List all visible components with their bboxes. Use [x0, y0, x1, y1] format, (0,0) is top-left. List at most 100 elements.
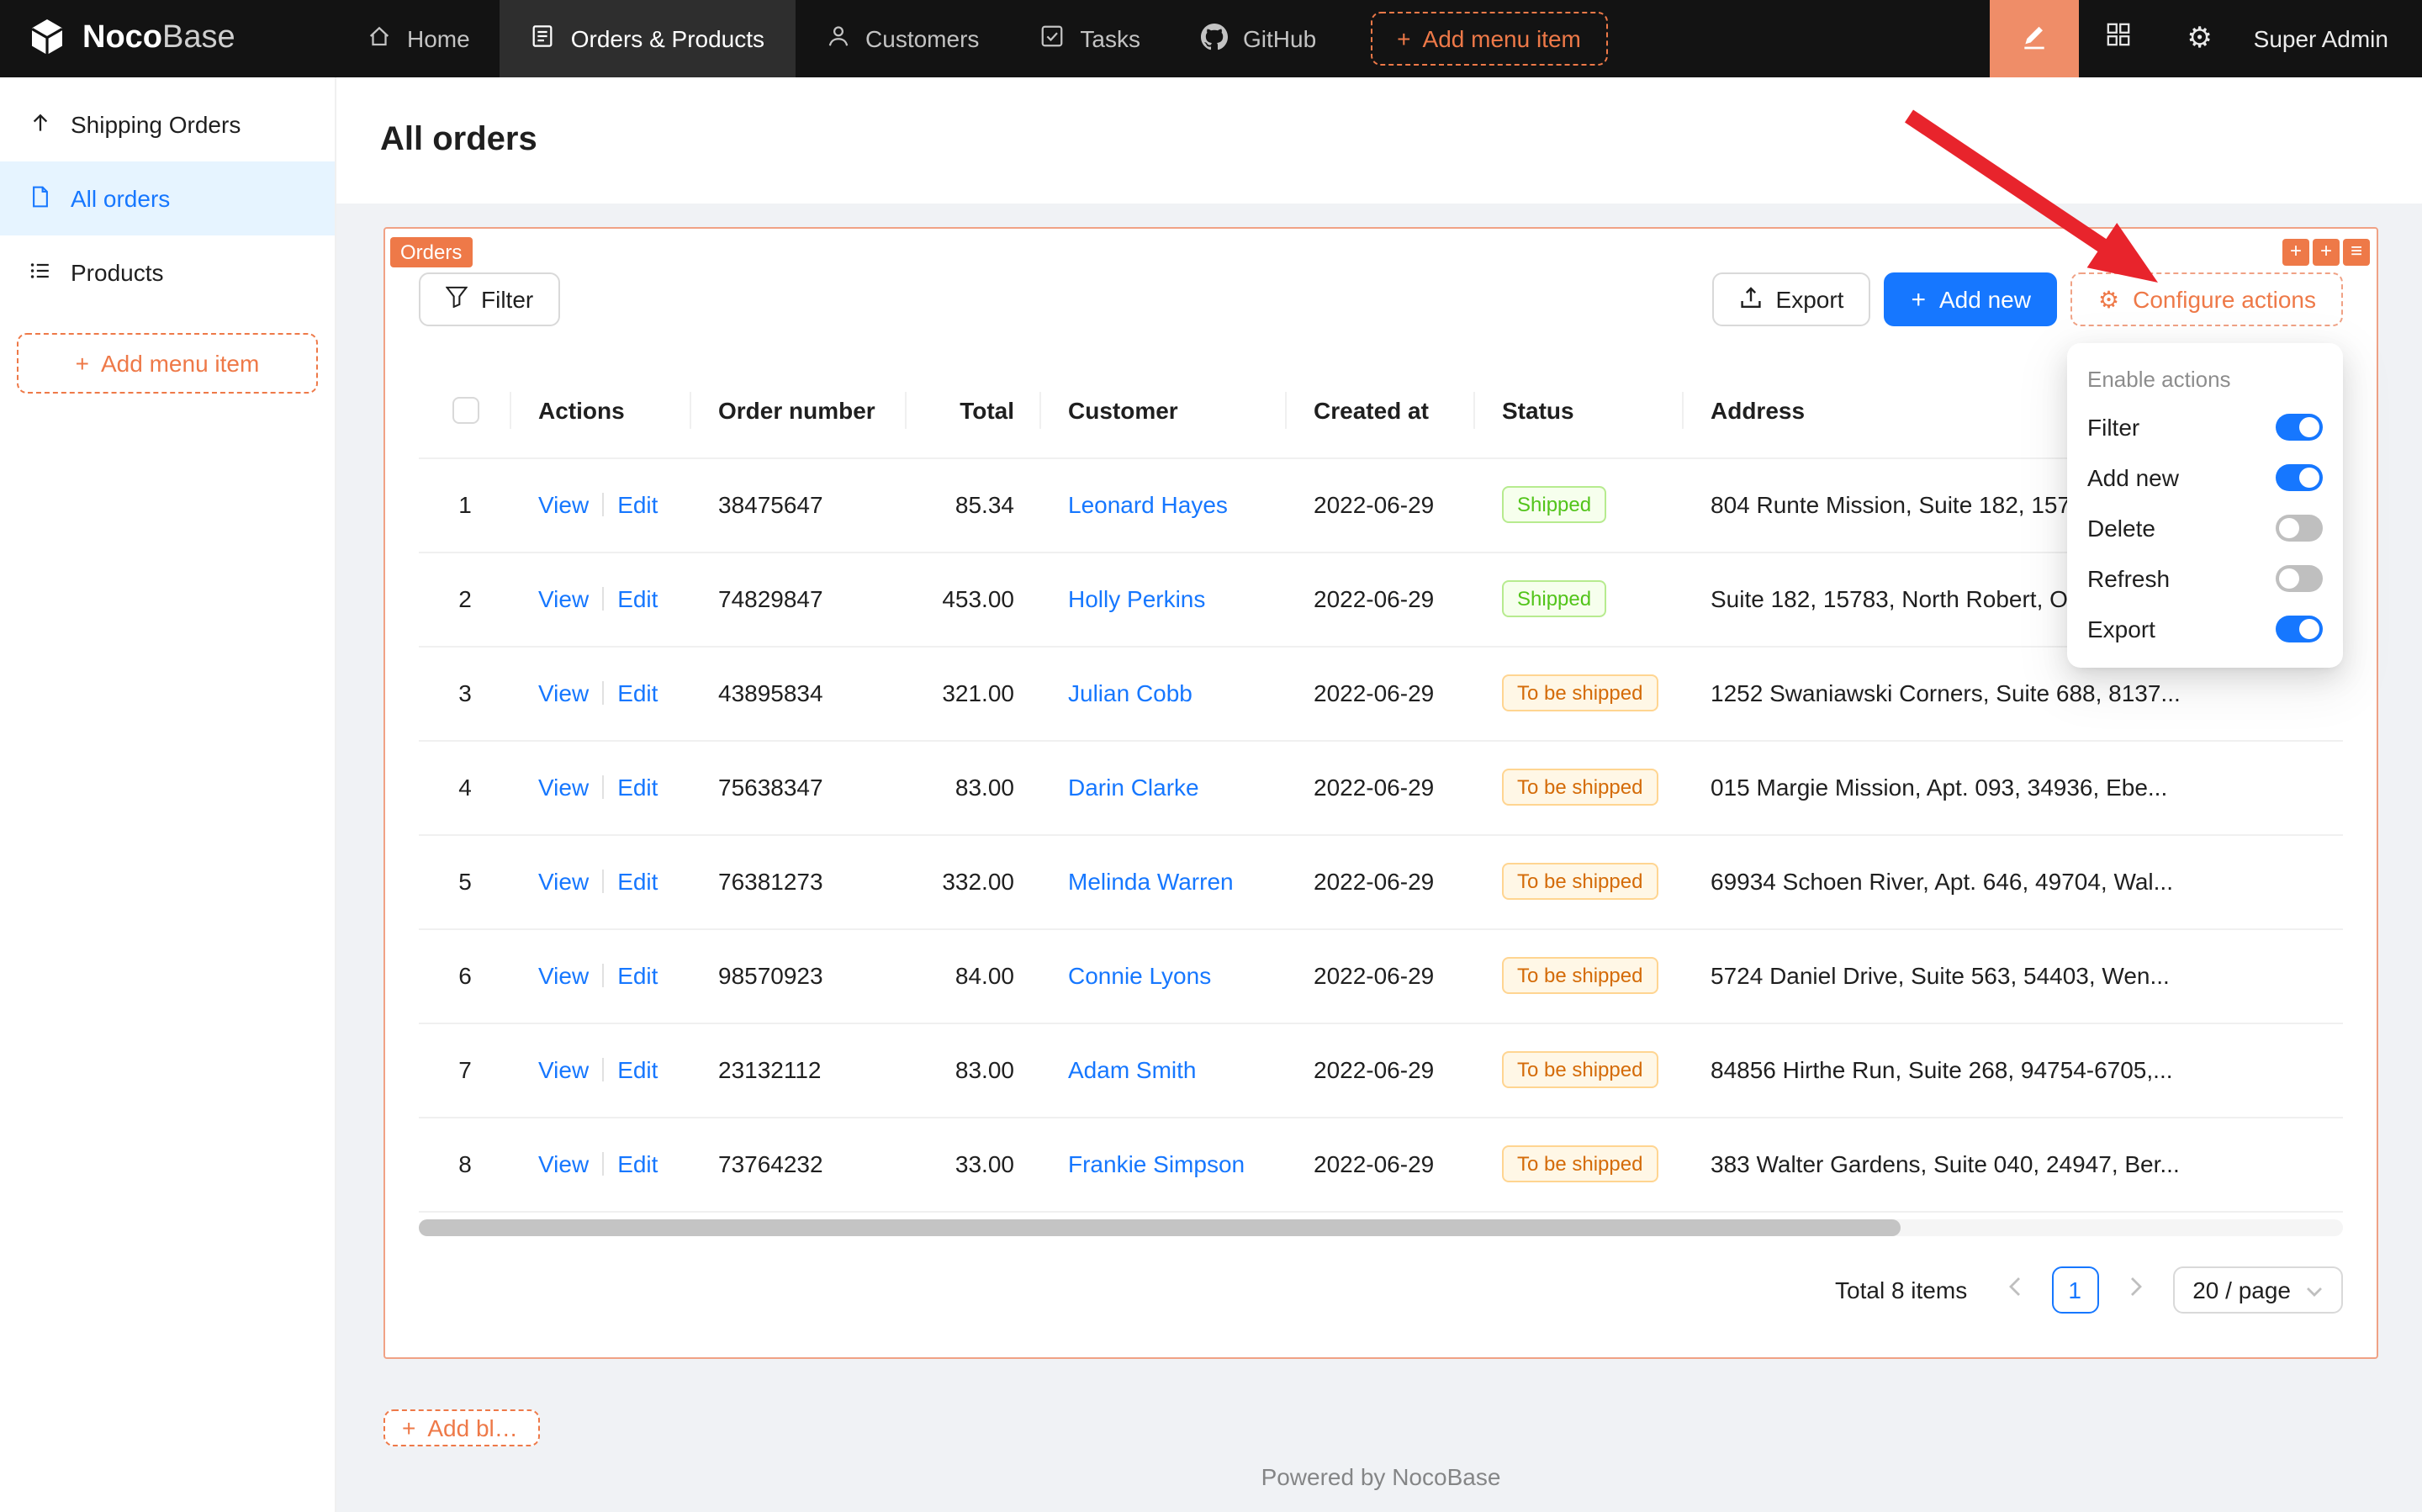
pagination-total: Total 8 items [1835, 1276, 1967, 1303]
cell-order-number: 43895834 [691, 646, 907, 740]
previous-page-button[interactable] [1991, 1266, 2038, 1313]
view-link[interactable]: View [538, 1150, 589, 1177]
view-link[interactable]: View [538, 585, 589, 612]
horizontal-scrollbar[interactable] [419, 1219, 2343, 1235]
edit-link[interactable]: Edit [617, 1150, 658, 1177]
filter-button[interactable]: Filter [419, 272, 560, 326]
status-badge: Shipped [1502, 580, 1606, 617]
configure-actions-button[interactable]: ⚙ Configure actions [2071, 272, 2343, 326]
customer-link[interactable]: Darin Clarke [1068, 774, 1199, 801]
toggle-knob [2279, 568, 2299, 589]
divider [602, 681, 604, 705]
customer-link[interactable]: Frankie Simpson [1068, 1150, 1245, 1177]
cell-total: 453.00 [907, 552, 1041, 646]
dropdown-item-delete[interactable]: Delete [2067, 503, 2343, 553]
status-badge: To be shipped [1502, 674, 1658, 711]
customer-link[interactable]: Holly Perkins [1068, 585, 1205, 612]
sidebar-item-shipping-orders[interactable]: Shipping Orders [0, 87, 335, 161]
block-designer-toolbar: + + ≡ [2282, 239, 2370, 266]
divider [602, 493, 604, 516]
view-link[interactable]: View [538, 491, 589, 518]
view-link[interactable]: View [538, 1056, 589, 1083]
page-number-button[interactable]: 1 [2051, 1266, 2098, 1313]
file-text-icon [531, 24, 556, 54]
app-grid-icon [2107, 22, 2132, 56]
customer-link[interactable]: Leonard Hayes [1068, 491, 1228, 518]
customer-link[interactable]: Connie Lyons [1068, 962, 1211, 989]
logo-text: NocoBase [82, 20, 235, 57]
plugins-button[interactable] [2079, 0, 2160, 77]
view-link[interactable]: View [538, 679, 589, 706]
nav-item-home[interactable]: Home [336, 0, 500, 77]
cell-created-at: 2022-06-29 [1287, 928, 1475, 1023]
select-all-checkbox[interactable] [452, 398, 479, 425]
view-link[interactable]: View [538, 774, 589, 801]
scrollbar-thumb[interactable] [419, 1219, 1901, 1235]
next-page-button[interactable] [2112, 1266, 2159, 1313]
drag-handle-icon[interactable]: ≡ [2343, 239, 2370, 266]
dropdown-item-export[interactable]: Export [2067, 604, 2343, 654]
edit-link[interactable]: Edit [617, 679, 658, 706]
sidebar-item-all-orders[interactable]: All orders [0, 161, 335, 235]
delete-toggle[interactable] [2276, 515, 2323, 542]
sidebar-add-menu-item-button[interactable]: + Add menu item [17, 333, 318, 394]
customer-link[interactable]: Adam Smith [1068, 1056, 1197, 1083]
export-icon [1739, 285, 1763, 314]
logo-cube-icon [27, 16, 67, 61]
dropdown-item-add-new[interactable]: Add new [2067, 452, 2343, 503]
row-index: 7 [419, 1023, 511, 1117]
nocobase-logo[interactable]: NocoBase [0, 0, 336, 77]
column-header-order-number: Order number [691, 363, 907, 457]
add-block-button[interactable]: + Add block [383, 1409, 540, 1446]
view-link[interactable]: View [538, 868, 589, 895]
plus-icon: + [402, 1414, 415, 1441]
dropdown-item-filter[interactable]: Filter [2067, 402, 2343, 452]
table-toolbar: Filter Export + Add new [419, 229, 2343, 326]
cell-created-at: 2022-06-29 [1287, 457, 1475, 552]
edit-link[interactable]: Edit [617, 585, 658, 612]
ui-editor-button[interactable] [1990, 0, 2079, 77]
refresh-toggle[interactable] [2276, 565, 2323, 592]
nav-add-menu-item-button[interactable]: + Add menu item [1370, 12, 1608, 66]
export-toggle[interactable] [2276, 616, 2323, 642]
add-new-button[interactable]: + Add new [1884, 272, 2058, 326]
edit-link[interactable]: Edit [617, 1056, 658, 1083]
block-initializer-icon[interactable]: + [2313, 239, 2340, 266]
settings-button[interactable]: ⚙ [2160, 0, 2240, 77]
check-square-icon [1039, 24, 1065, 54]
customer-link[interactable]: Julian Cobb [1068, 679, 1192, 706]
view-link[interactable]: View [538, 962, 589, 989]
edit-link[interactable]: Edit [617, 774, 658, 801]
row-index: 5 [419, 834, 511, 928]
sidebar-item-products[interactable]: Products [0, 235, 335, 309]
nav-item-github[interactable]: GitHub [1171, 0, 1346, 77]
cell-total: 85.34 [907, 457, 1041, 552]
block-collection-tag: Orders [390, 237, 472, 267]
table-row: 5 ViewEdit 76381273 332.00 Melinda Warre… [419, 834, 2343, 928]
add-new-toggle[interactable] [2276, 464, 2323, 491]
chevron-left-icon [2007, 1277, 2021, 1302]
page-size-select[interactable]: 20 / page [2172, 1266, 2343, 1313]
chevron-down-icon [2306, 1276, 2323, 1303]
file-icon [29, 184, 52, 213]
plus-icon: + [76, 350, 89, 377]
cell-total: 321.00 [907, 646, 1041, 740]
nav-item-tasks[interactable]: Tasks [1009, 0, 1171, 77]
user-menu[interactable]: Super Admin [2240, 25, 2422, 52]
edit-link[interactable]: Edit [617, 491, 658, 518]
edit-link[interactable]: Edit [617, 962, 658, 989]
gear-icon: ⚙ [2187, 22, 2213, 56]
column-header-customer: Customer [1041, 363, 1287, 457]
cell-total: 33.00 [907, 1117, 1041, 1211]
dropdown-item-refresh[interactable]: Refresh [2067, 553, 2343, 604]
edit-link[interactable]: Edit [617, 868, 658, 895]
export-button[interactable]: Export [1712, 272, 1871, 326]
customer-link[interactable]: Melinda Warren [1068, 868, 1234, 895]
nav-item-customers[interactable]: Customers [795, 0, 1009, 77]
filter-toggle[interactable] [2276, 414, 2323, 441]
row-index: 2 [419, 552, 511, 646]
cell-created-at: 2022-06-29 [1287, 834, 1475, 928]
nav-item-orders-products[interactable]: Orders & Products [500, 0, 795, 77]
block-add-icon[interactable]: + [2282, 239, 2309, 266]
chevron-right-icon [2129, 1277, 2142, 1302]
